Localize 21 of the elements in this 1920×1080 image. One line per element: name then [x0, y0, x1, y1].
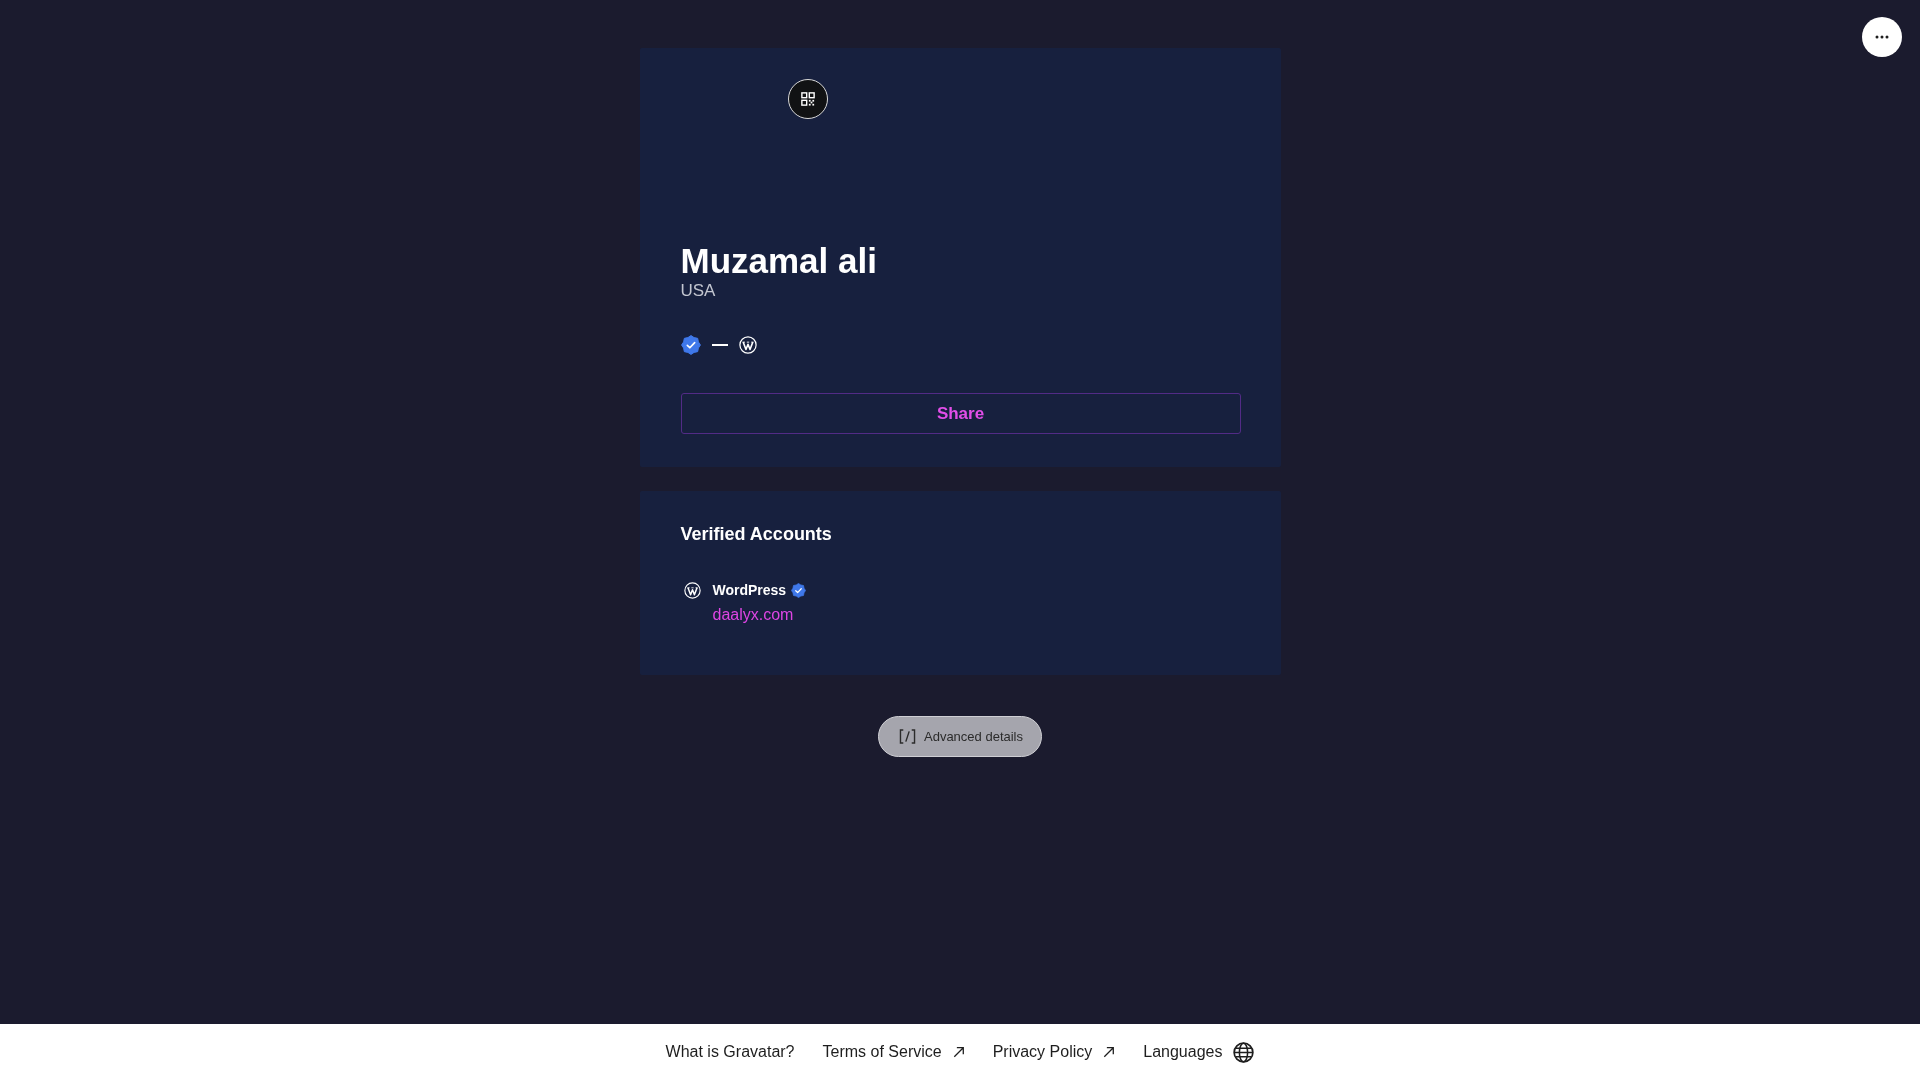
arrow-up-right-icon	[952, 1046, 965, 1058]
globe-icon	[1233, 1041, 1255, 1063]
footer-link[interactable]: What is Gravatar?	[665, 1043, 795, 1061]
footer-link[interactable]: Terms of Service	[822, 1043, 965, 1061]
wordpress-logo-icon	[738, 336, 757, 354]
qr-code-button[interactable]	[787, 79, 828, 119]
advanced-details-button[interactable]: Advanced details	[878, 716, 1042, 757]
wordpress-logo-icon	[683, 582, 701, 599]
more-dots-icon	[1875, 35, 1889, 39]
share-button[interactable]: Share	[680, 393, 1241, 434]
more-options-button[interactable]	[1862, 17, 1902, 57]
account-service-name: WordPress	[712, 582, 787, 598]
footer-link[interactable]: Languages	[1143, 1041, 1255, 1063]
arrow-up-right-icon	[1103, 1046, 1116, 1058]
qr-code-icon	[800, 92, 815, 106]
footer-link[interactable]: Privacy Policy	[992, 1043, 1116, 1061]
profile-location: USA	[680, 281, 716, 301]
account-link[interactable]: daalyx.com	[712, 605, 807, 625]
profile-name: Muzamal ali	[680, 240, 877, 282]
code-brackets-icon	[899, 729, 916, 744]
section-heading: Verified Accounts	[680, 523, 833, 545]
